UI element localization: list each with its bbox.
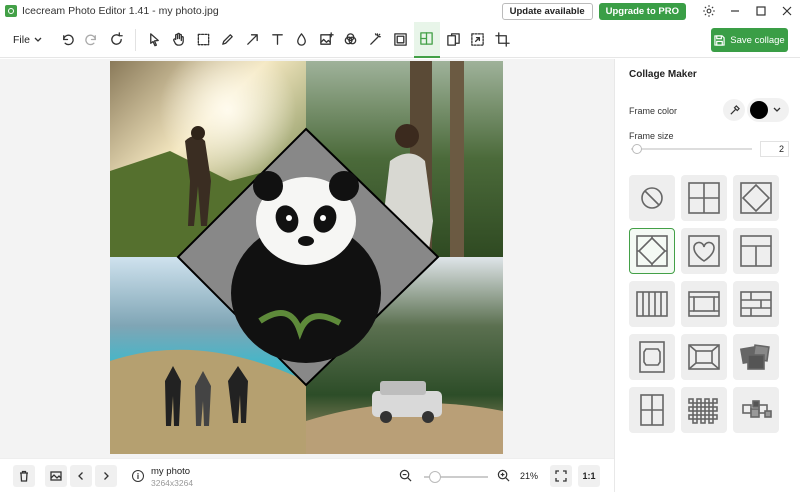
zoom-slider-thumb[interactable] [429,471,441,483]
main-toolbar: File Save collage [0,21,800,58]
layout-header-split[interactable] [733,228,779,274]
crop-rect-select-icon[interactable] [192,28,214,52]
frame-size-input[interactable]: 2 [760,141,789,157]
file-name: my photo [151,466,191,477]
resize-icon[interactable] [467,28,489,52]
frame-color-swatch [750,101,768,119]
collage-tool-icon[interactable] [413,21,440,58]
file-menu[interactable]: File [13,34,47,46]
app-logo-icon [5,5,17,17]
save-collage-button[interactable]: Save collage [711,28,788,52]
actual-size-button[interactable]: 1:1 [578,465,600,487]
collage-image [110,61,503,454]
eyedropper-icon[interactable] [723,99,745,121]
frame-size-slider-thumb[interactable] [632,144,642,154]
zoom-in-icon[interactable] [497,469,510,485]
add-image-icon[interactable] [315,28,337,52]
zoom-value: 21% [520,471,539,481]
chevron-down-icon [773,106,781,115]
next-arrow-icon[interactable] [95,465,117,487]
frame-image-icon[interactable] [389,28,411,52]
hand-tool-icon[interactable] [168,28,190,52]
copy-image-icon[interactable] [442,28,464,52]
layout-diamond-center[interactable] [629,228,675,274]
layout-checker-fade[interactable] [681,387,727,433]
update-available-button[interactable]: Update available [501,2,593,20]
layout-film-strip[interactable] [681,281,727,327]
close-button[interactable] [774,0,800,22]
reset-button[interactable] [105,28,127,52]
filters-icon[interactable] [340,28,362,52]
delete-trash-icon[interactable] [13,465,35,487]
gallery-image-icon[interactable] [45,465,67,487]
layout-vertical-split-arrows[interactable] [629,387,675,433]
arrow-tool-icon[interactable] [241,28,263,52]
select-tool-icon[interactable] [143,28,165,52]
frame-color-label: Frame color [629,106,678,116]
layout-none[interactable] [629,175,675,221]
undo-button[interactable] [56,28,78,52]
upgrade-pro-button[interactable]: Upgrade to PRO [598,2,686,20]
redo-button[interactable] [81,28,103,52]
frame-size-label: Frame size [629,131,674,141]
save-icon [714,34,725,46]
save-collage-label: Save collage [730,34,785,46]
toolbar-separator [134,28,136,51]
canvas-area [0,59,614,458]
fit-screen-icon[interactable] [550,465,572,487]
panel-title: Collage Maker [629,69,697,80]
layout-grid [629,175,779,433]
drop-tool-icon[interactable] [291,28,313,52]
window-title: Icecream Photo Editor 1.41 - my photo.jp… [22,5,219,17]
zoom-out-icon[interactable] [399,469,412,485]
layout-brick[interactable] [733,281,779,327]
previous-arrow-icon[interactable] [70,465,92,487]
layout-heart[interactable] [681,228,727,274]
chevron-down-icon [34,37,42,42]
text-tool-icon[interactable] [266,28,288,52]
pencil-tool-icon[interactable] [217,28,239,52]
collage-panel: Collage Maker Frame color Frame size 2 [614,59,800,492]
layout-four-grid[interactable] [681,175,727,221]
file-dimensions: 3264x3264 [151,478,194,488]
file-menu-label: File [13,33,30,46]
frame-color-picker[interactable] [747,98,789,122]
layout-diamond-frame[interactable] [733,175,779,221]
maximize-button[interactable] [748,0,774,22]
magic-wand-icon[interactable] [364,28,386,52]
layout-cross-frame[interactable] [681,334,727,380]
collage-canvas[interactable] [110,61,503,454]
frame-size-slider-track[interactable] [631,148,752,150]
layout-scattered-photos[interactable] [733,334,779,380]
layout-octagon-center[interactable] [629,334,675,380]
status-bar: i my photo 3264x3264 21% 1:1 [0,458,614,492]
info-icon[interactable]: i [132,470,144,482]
layout-vertical-strips[interactable] [629,281,675,327]
crop-icon[interactable] [491,28,513,52]
settings-gear-icon[interactable] [696,0,722,22]
layout-puzzle[interactable] [733,387,779,433]
minimize-button[interactable] [722,0,748,22]
title-bar: Icecream Photo Editor 1.41 - my photo.jp… [0,0,800,22]
